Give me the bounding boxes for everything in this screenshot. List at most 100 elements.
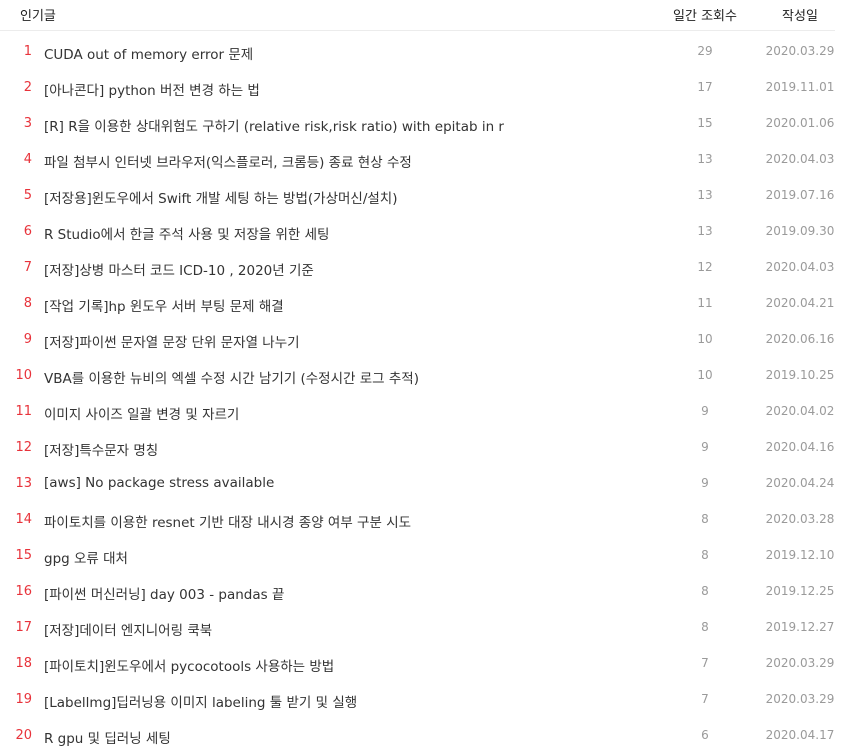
post-date: 2020.06.16 bbox=[765, 332, 835, 346]
post-rank: 7 bbox=[23, 260, 32, 275]
post-row: 15 gpg 오류 대처 8 2019.12.10 bbox=[0, 538, 849, 574]
post-title-link[interactable]: 이미지 사이즈 일괄 변경 및 자르기 bbox=[44, 403, 644, 423]
date-column-header: 작성일 bbox=[782, 9, 818, 24]
post-date: 2019.12.25 bbox=[765, 584, 835, 598]
post-title-link[interactable]: [저장용]윈도우에서 Swift 개발 세팅 하는 방법(가상머신/설치) bbox=[44, 187, 644, 207]
post-date: 2020.04.03 bbox=[765, 152, 835, 166]
post-date: 2020.03.28 bbox=[765, 512, 835, 526]
post-rank: 8 bbox=[23, 296, 32, 311]
post-title-link[interactable]: [저장]상병 마스터 코드 ICD-10 , 2020년 기준 bbox=[44, 259, 644, 279]
post-daily-views: 13 bbox=[697, 224, 713, 238]
post-daily-views: 13 bbox=[697, 152, 713, 166]
post-row: 13 [aws] No package stress available 9 2020… bbox=[0, 466, 849, 502]
post-date: 2020.04.24 bbox=[765, 476, 835, 490]
post-row: 5 [저장용]윈도우에서 Swift 개발 세팅 하는 방법(가상머신/설치) 13… bbox=[0, 178, 849, 214]
post-row: 11 이미지 사이즈 일괄 변경 및 자르기 9 2020.04.02 bbox=[0, 394, 849, 430]
popular-post-list: 1 CUDA out of memory error 문제 29 2020.03.29… bbox=[0, 34, 849, 754]
post-title-link[interactable]: [파이썬 머신러닝] day 003 - pandas 끝 bbox=[44, 583, 644, 603]
post-title-link[interactable]: [R] R을 이용한 상대위험도 구하기 (relative risk,risk… bbox=[44, 115, 644, 135]
post-rank: 1 bbox=[23, 44, 32, 59]
post-rank: 16 bbox=[15, 584, 32, 599]
post-title-link[interactable]: [Labellmg]딥러닝용 이미지 labeling 툴 받기 및 실행 bbox=[44, 691, 644, 711]
post-date: 2020.03.29 bbox=[765, 656, 835, 670]
post-title-link[interactable]: gpg 오류 대처 bbox=[44, 547, 644, 567]
post-title-link[interactable]: [파이토치]윈도우에서 pycocotools 사용하는 방법 bbox=[44, 655, 644, 675]
post-rank: 19 bbox=[15, 692, 32, 707]
post-date: 2020.01.06 bbox=[765, 116, 835, 130]
post-row: 20 R gpu 및 딥러닝 세팅 6 2020.04.17 bbox=[0, 718, 849, 754]
post-date: 2020.04.21 bbox=[765, 296, 835, 310]
post-date: 2020.03.29 bbox=[765, 692, 835, 706]
post-date: 2020.04.02 bbox=[765, 404, 835, 418]
post-date: 2019.11.01 bbox=[765, 80, 835, 94]
post-row: 16 [파이썬 머신러닝] day 003 - pandas 끝 8 2019.12.… bbox=[0, 574, 849, 610]
table-header: 인기글 일간 조회수 작성일 bbox=[0, 0, 835, 31]
post-date: 2020.04.16 bbox=[765, 440, 835, 454]
post-title-link[interactable]: [아나콘다] python 버전 변경 하는 법 bbox=[44, 79, 644, 99]
post-date: 2019.12.27 bbox=[765, 620, 835, 634]
post-daily-views: 6 bbox=[701, 728, 709, 742]
post-rank: 6 bbox=[23, 224, 32, 239]
post-daily-views: 9 bbox=[701, 476, 709, 490]
post-rank: 12 bbox=[15, 440, 32, 455]
post-date: 2019.07.16 bbox=[765, 188, 835, 202]
post-row: 3 [R] R을 이용한 상대위험도 구하기 (relative risk,ris… bbox=[0, 106, 849, 142]
post-title-link[interactable]: [저장]데이터 엔지니어링 쿡북 bbox=[44, 619, 644, 639]
post-rank: 20 bbox=[15, 728, 32, 743]
post-rank: 14 bbox=[15, 512, 32, 527]
post-rank: 15 bbox=[15, 548, 32, 563]
post-daily-views: 12 bbox=[697, 260, 713, 274]
post-date: 2019.09.30 bbox=[765, 224, 835, 238]
post-rank: 17 bbox=[15, 620, 32, 635]
post-daily-views: 7 bbox=[701, 692, 709, 706]
post-date: 2020.04.03 bbox=[765, 260, 835, 274]
post-rank: 10 bbox=[15, 368, 32, 383]
post-daily-views: 10 bbox=[697, 332, 713, 346]
post-daily-views: 11 bbox=[697, 296, 713, 310]
post-daily-views: 9 bbox=[701, 440, 709, 454]
post-row: 1 CUDA out of memory error 문제 29 2020.03.29 bbox=[0, 34, 849, 70]
post-rank: 18 bbox=[15, 656, 32, 671]
post-row: 17 [저장]데이터 엔지니어링 쿡북 8 2019.12.27 bbox=[0, 610, 849, 646]
post-daily-views: 10 bbox=[697, 368, 713, 382]
post-daily-views: 17 bbox=[697, 80, 713, 94]
post-rank: 11 bbox=[15, 404, 32, 419]
post-title-link[interactable]: [aws] No package stress available bbox=[44, 475, 644, 491]
popular-posts-panel: 인기글 일간 조회수 작성일 1 CUDA out of memory error… bbox=[0, 0, 849, 750]
post-daily-views: 13 bbox=[697, 188, 713, 202]
post-rank: 2 bbox=[23, 80, 32, 95]
post-row: 8 [작업 기록]hp 윈도우 서버 부팅 문제 해결 11 2020.04.21 bbox=[0, 286, 849, 322]
post-row: 4 파일 첨부시 인터넷 브라우저(익스플로러, 크롬등) 종료 현상 수정 13 2… bbox=[0, 142, 849, 178]
post-title-link[interactable]: 파이토치를 이용한 resnet 기반 대장 내시경 종양 여부 구분 시도 bbox=[44, 511, 644, 531]
post-date: 2019.10.25 bbox=[765, 368, 835, 382]
post-row: 10 VBA를 이용한 뉴비의 엑셀 수정 시간 남기기 (수정시간 로그 추적)… bbox=[0, 358, 849, 394]
post-row: 7 [저장]상병 마스터 코드 ICD-10 , 2020년 기준 12 2020.0… bbox=[0, 250, 849, 286]
popular-posts-heading: 인기글 bbox=[20, 9, 56, 24]
post-row: 19 [Labellmg]딥러닝용 이미지 labeling 툴 받기 및 실행 7… bbox=[0, 682, 849, 718]
post-row: 2 [아나콘다] python 버전 변경 하는 법 17 2019.11.01 bbox=[0, 70, 849, 106]
post-row: 9 [저장]파이썬 문자열 문장 단위 문자열 나누기 10 2020.06.16 bbox=[0, 322, 849, 358]
post-title-link[interactable]: [저장]특수문자 명칭 bbox=[44, 439, 644, 459]
post-title-link[interactable]: CUDA out of memory error 문제 bbox=[44, 43, 644, 63]
post-title-link[interactable]: 파일 첨부시 인터넷 브라우저(익스플로러, 크롬등) 종료 현상 수정 bbox=[44, 151, 644, 171]
post-daily-views: 29 bbox=[697, 44, 713, 58]
post-row: 14 파이토치를 이용한 resnet 기반 대장 내시경 종양 여부 구분 시도… bbox=[0, 502, 849, 538]
post-date: 2020.04.17 bbox=[765, 728, 835, 742]
post-title-link[interactable]: R Studio에서 한글 주석 사용 및 저장을 위한 세팅 bbox=[44, 223, 644, 243]
post-daily-views: 15 bbox=[697, 116, 713, 130]
post-title-link[interactable]: [저장]파이썬 문자열 문장 단위 문자열 나누기 bbox=[44, 331, 644, 351]
post-row: 18 [파이토치]윈도우에서 pycocotools 사용하는 방법 7 2020.0… bbox=[0, 646, 849, 682]
post-title-link[interactable]: [작업 기록]hp 윈도우 서버 부팅 문제 해결 bbox=[44, 295, 644, 315]
post-rank: 9 bbox=[23, 332, 32, 347]
post-title-link[interactable]: R gpu 및 딥러닝 세팅 bbox=[44, 727, 644, 747]
post-rank: 3 bbox=[23, 116, 32, 131]
post-daily-views: 8 bbox=[701, 620, 709, 634]
post-row: 12 [저장]특수문자 명칭 9 2020.04.16 bbox=[0, 430, 849, 466]
post-row: 6 R Studio에서 한글 주석 사용 및 저장을 위한 세팅 13 2019.0… bbox=[0, 214, 849, 250]
post-daily-views: 8 bbox=[701, 584, 709, 598]
post-daily-views: 8 bbox=[701, 548, 709, 562]
post-daily-views: 8 bbox=[701, 512, 709, 526]
post-title-link[interactable]: VBA를 이용한 뉴비의 엑셀 수정 시간 남기기 (수정시간 로그 추적) bbox=[44, 367, 644, 387]
daily-views-column-header: 일간 조회수 bbox=[673, 9, 737, 24]
post-rank: 5 bbox=[23, 188, 32, 203]
